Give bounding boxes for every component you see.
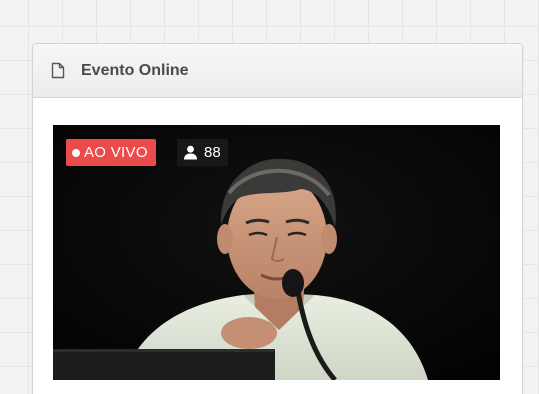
live-label: AO VIVO bbox=[84, 144, 148, 161]
viewer-count: 88 bbox=[204, 144, 221, 161]
panel-title: Evento Online bbox=[81, 61, 189, 79]
live-badge: AO VIVO bbox=[66, 139, 156, 166]
user-icon bbox=[183, 145, 198, 160]
viewer-count-badge: 88 bbox=[177, 139, 228, 166]
event-panel: Evento Online AO VIVO 88 bbox=[32, 43, 523, 394]
panel-header: Evento Online bbox=[33, 44, 522, 98]
live-dot-icon bbox=[72, 148, 80, 157]
live-video-player[interactable]: AO VIVO 88 bbox=[53, 125, 500, 380]
document-icon bbox=[51, 62, 67, 80]
